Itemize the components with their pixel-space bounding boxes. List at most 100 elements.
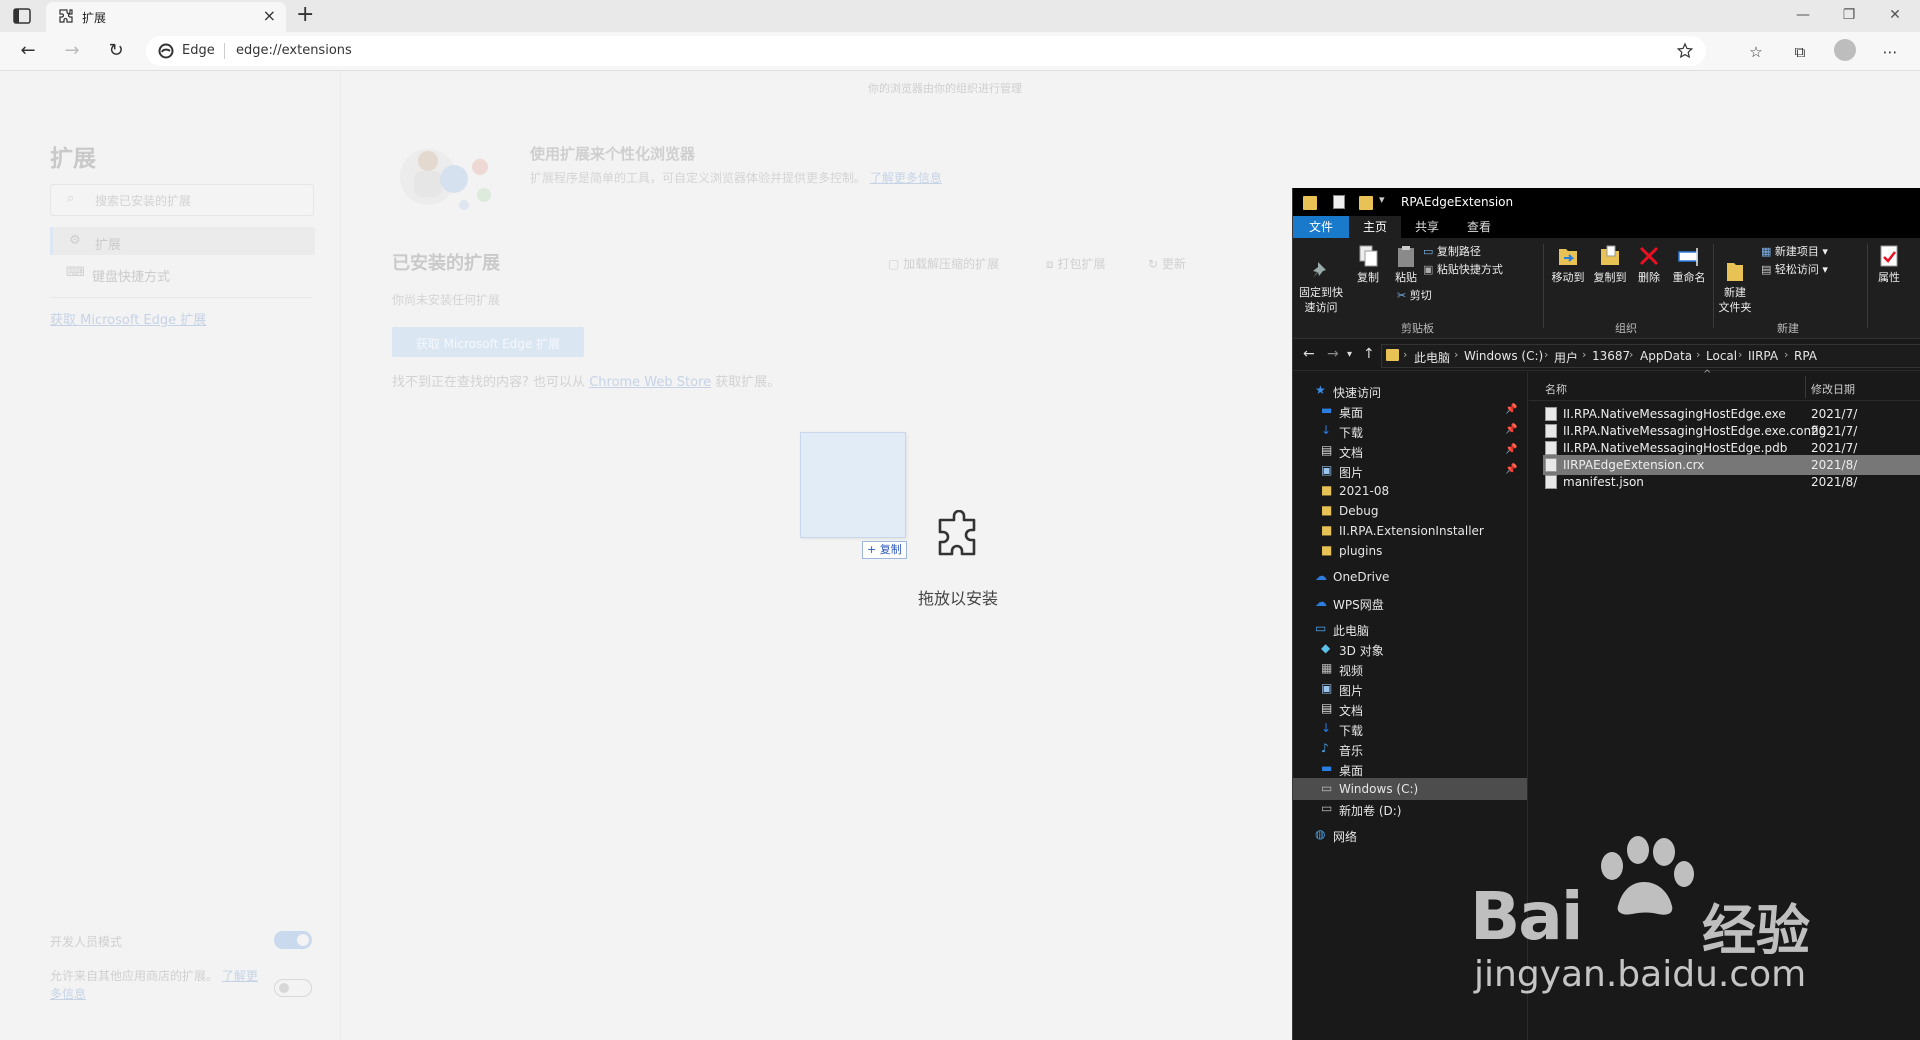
pin-quick-access-button[interactable]: 固定到快 速访问 xyxy=(1295,244,1347,315)
nav-item-12[interactable]: ◆ 3D 对象 xyxy=(1293,638,1527,660)
allow-other-stores-text: 允许来自其他应用商店的扩展。 了解更多信息 xyxy=(50,967,260,1003)
nav-item-15[interactable]: ▤ 文档 xyxy=(1293,698,1527,720)
nav-item-8[interactable]: ■ plugins xyxy=(1293,540,1527,562)
hero-learn-more-link[interactable]: 了解更多信息 xyxy=(870,171,942,185)
pack-extension-button[interactable]: ⧈ 打包扩展 xyxy=(1046,255,1105,272)
restore-icon[interactable]: ❐ xyxy=(1826,0,1872,32)
delete-button[interactable]: 删除 xyxy=(1633,244,1665,285)
sidebar-item-extensions[interactable]: ⚙ 扩展 xyxy=(50,227,315,255)
breadcrumb-item[interactable]: RPA xyxy=(1794,349,1817,363)
minimize-icon[interactable]: — xyxy=(1780,0,1826,32)
nav-item-20[interactable]: ▭ 新加卷 (D:) xyxy=(1293,798,1527,820)
file-name: II.RPA.NativeMessagingHostEdge.pdb xyxy=(1563,441,1788,455)
folder-icon: ■ xyxy=(1321,503,1333,517)
breadcrumb-item[interactable]: 用户 xyxy=(1554,349,1578,366)
allow-other-stores-toggle[interactable] xyxy=(274,979,312,997)
properties-qa-icon[interactable] xyxy=(1333,195,1345,209)
tab-actions-icon[interactable] xyxy=(12,7,32,25)
nav-item-17[interactable]: ♪ 音乐 xyxy=(1293,738,1527,760)
copy-button[interactable]: 复制 xyxy=(1351,244,1385,285)
properties-button[interactable]: 属性 xyxy=(1871,244,1907,285)
tab-view[interactable]: 查看 xyxy=(1453,216,1505,238)
nav-item-19[interactable]: ▭ Windows (C:) xyxy=(1293,778,1527,800)
paste-button[interactable]: 粘贴 xyxy=(1389,244,1423,285)
file-icon xyxy=(1545,407,1557,421)
nav-item-3[interactable]: ▤ 文档 📌 xyxy=(1293,440,1527,462)
new-folder-qa-icon[interactable] xyxy=(1359,196,1373,210)
nav-item-2[interactable]: ↓ 下载 📌 xyxy=(1293,420,1527,442)
column-name[interactable]: 名称 xyxy=(1545,381,1567,397)
address-bar[interactable]: Edge edge://extensions xyxy=(146,36,1706,66)
nav-item-7[interactable]: ■ II.RPA.ExtensionInstaller xyxy=(1293,520,1527,542)
copy-to-button[interactable]: 复制到 xyxy=(1591,244,1629,285)
more-menu-icon[interactable]: ⋯ xyxy=(1878,40,1902,64)
profile-avatar[interactable] xyxy=(1834,39,1856,61)
nav-item-label: 网络 xyxy=(1333,830,1358,844)
nav-item-1[interactable]: ▬ 桌面 📌 xyxy=(1293,400,1527,422)
nav-item-10[interactable]: ☁ WPS网盘 xyxy=(1293,592,1527,614)
breadcrumb-item[interactable]: AppData xyxy=(1640,349,1692,363)
search-extensions-input[interactable]: ⌕ 搜索已安装的扩展 xyxy=(50,184,314,216)
add-favorite-icon[interactable] xyxy=(1676,42,1694,60)
nav-item-6[interactable]: ■ Debug xyxy=(1293,500,1527,522)
breadcrumb-item[interactable]: 此电脑 xyxy=(1414,349,1450,366)
move-to-button[interactable]: 移动到 xyxy=(1549,244,1587,285)
refresh-icon[interactable]: ↻ xyxy=(102,38,130,64)
update-button[interactable]: ↻ 更新 xyxy=(1148,255,1186,272)
nav-item-4[interactable]: ▣ 图片 📌 xyxy=(1293,460,1527,482)
ribbon-separator xyxy=(1867,244,1868,328)
nav-item-18[interactable]: ▬ 桌面 xyxy=(1293,758,1527,780)
nav-item-11[interactable]: ▭ 此电脑 xyxy=(1293,618,1527,640)
easy-access-button[interactable]: ▤ 轻松访问 ▾ xyxy=(1761,262,1828,277)
delete-label: 删除 xyxy=(1638,271,1660,284)
nav-item-16[interactable]: ↓ 下载 xyxy=(1293,718,1527,740)
recent-locations-icon[interactable]: ▾ xyxy=(1347,349,1352,360)
collections-icon[interactable]: ⧉ xyxy=(1788,40,1812,64)
breadcrumb-item[interactable]: 13687 xyxy=(1592,349,1630,363)
favorites-icon[interactable]: ☆ xyxy=(1744,40,1768,64)
cut-button[interactable]: ✂ 剪切 xyxy=(1397,288,1432,303)
back-icon[interactable]: ← xyxy=(14,38,42,64)
breadcrumb-item[interactable]: IIRPA xyxy=(1748,349,1778,363)
tab-file[interactable]: 文件 xyxy=(1293,216,1349,238)
tab-close-icon[interactable]: × xyxy=(263,7,276,25)
chrome-web-store-link[interactable]: Chrome Web Store xyxy=(589,375,711,390)
hero-description: 扩展程序是简单的工具，可自定义浏览器体验并提供更多控制。 了解更多信息 xyxy=(530,169,942,186)
load-unpacked-button[interactable]: ▢ 加载解压缩的扩展 xyxy=(888,255,999,272)
pc-icon: ▭ xyxy=(1315,621,1327,635)
breadcrumb[interactable]: › 此电脑 › Windows (C:) › 用户 › 13687 › AppD… xyxy=(1381,344,1920,368)
copy-path-button[interactable]: ▭ 复制路径 xyxy=(1423,244,1481,259)
get-extensions-button[interactable]: 获取 Microsoft Edge 扩展 xyxy=(392,327,584,357)
column-date[interactable]: 修改日期 xyxy=(1811,381,1855,397)
address-url[interactable]: edge://extensions xyxy=(236,43,352,58)
close-window-icon[interactable]: ✕ xyxy=(1872,0,1918,32)
column-divider[interactable] xyxy=(1805,376,1806,398)
new-folder-button[interactable]: 新建 文件夹 xyxy=(1715,244,1755,315)
new-item-button[interactable]: ▦ 新建项目 ▾ xyxy=(1761,244,1828,259)
nav-item-5[interactable]: ■ 2021-08 xyxy=(1293,480,1527,502)
qa-dropdown-icon[interactable]: ▾ xyxy=(1379,193,1385,206)
forward-icon[interactable]: → xyxy=(58,38,86,64)
installed-extensions-title: 已安装的扩展 xyxy=(392,253,500,274)
nav-item-9[interactable]: ☁ OneDrive xyxy=(1293,566,1527,588)
explorer-back-icon[interactable]: ← xyxy=(1303,346,1315,362)
explorer-forward-icon[interactable]: → xyxy=(1327,346,1339,362)
sidebar-item-shortcuts[interactable]: ⌨ 键盘快捷方式 xyxy=(50,259,312,287)
get-extensions-link[interactable]: 获取 Microsoft Edge 扩展 xyxy=(50,309,206,328)
dev-mode-toggle[interactable] xyxy=(274,931,312,949)
rename-button[interactable]: 重命名 xyxy=(1669,244,1709,285)
up-folder-icon[interactable]: ↑ xyxy=(1363,346,1375,362)
puzzle-icon xyxy=(59,9,73,23)
tab-share[interactable]: 共享 xyxy=(1401,216,1453,238)
tab-extensions[interactable]: 扩展 × xyxy=(46,2,286,32)
nav-item-14[interactable]: ▣ 图片 xyxy=(1293,678,1527,700)
nav-item-0[interactable]: ★ 快速访问 xyxy=(1293,380,1527,402)
breadcrumb-item[interactable]: Local xyxy=(1706,349,1737,363)
breadcrumb-item[interactable]: Windows (C:) xyxy=(1464,349,1543,363)
paste-shortcut-button[interactable]: ▣ 粘贴快捷方式 xyxy=(1423,262,1503,277)
easy-access-icon: ▤ xyxy=(1761,263,1775,276)
new-tab-button[interactable]: + xyxy=(296,3,314,27)
file-row[interactable]: manifest.json 2021/8/ xyxy=(1543,472,1920,492)
nav-item-13[interactable]: ▦ 视频 xyxy=(1293,658,1527,680)
tab-home[interactable]: 主页 xyxy=(1349,216,1401,238)
